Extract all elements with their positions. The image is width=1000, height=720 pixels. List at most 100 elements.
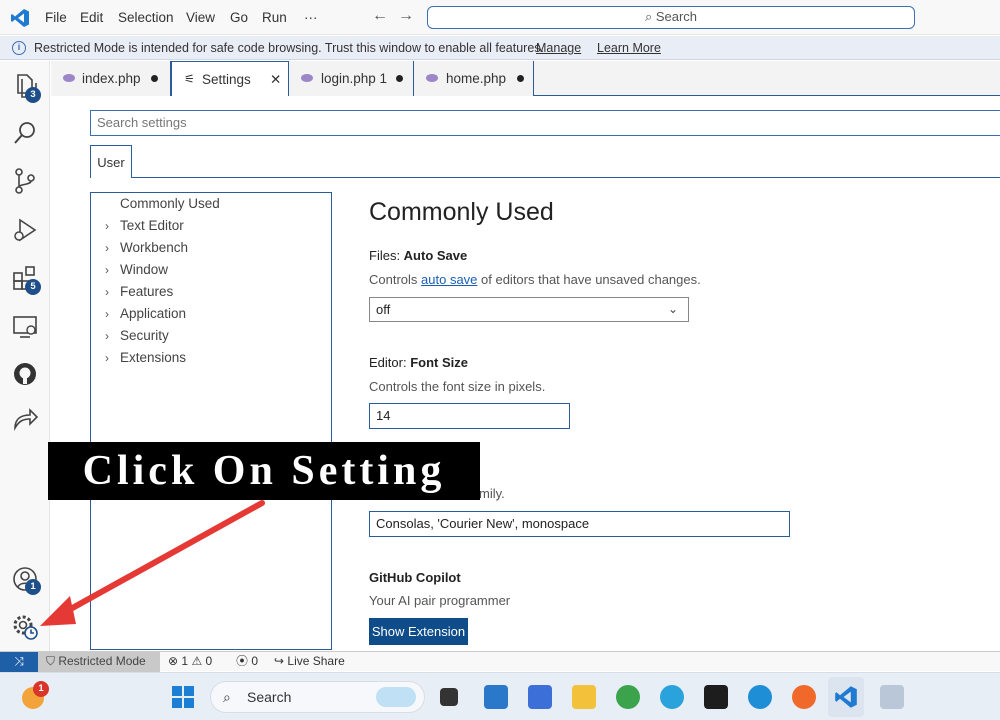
tab-label: Settings <box>202 72 251 87</box>
store-icon[interactable] <box>528 685 552 709</box>
weather-badge: 1 <box>33 681 49 697</box>
file-explorer-icon[interactable] <box>572 685 596 709</box>
font-size-input[interactable]: 14 <box>369 403 570 429</box>
php-file-icon <box>63 74 75 82</box>
taskbar-search[interactable]: ⌕ Search <box>210 681 425 713</box>
chevron-down-icon: ⌄ <box>667 302 678 316</box>
menu-more[interactable]: ··· <box>304 10 318 25</box>
chevron-right-icon: › <box>105 263 109 277</box>
telegram-icon[interactable] <box>660 685 684 709</box>
manage-link[interactable]: Manage <box>536 36 581 60</box>
close-icon[interactable]: ✕ <box>270 62 281 97</box>
setting-title-font-size: Editor: Font Size <box>369 355 468 370</box>
chevron-right-icon: › <box>105 307 109 321</box>
source-control-icon[interactable] <box>10 166 40 196</box>
back-arrow-icon[interactable]: ← <box>372 7 388 25</box>
tab-settings[interactable]: ⚟ Settings ✕ <box>171 61 289 96</box>
auto-save-dropdown[interactable]: off ⌄ <box>369 297 689 322</box>
restricted-mode-status[interactable]: ⛉ Restricted Mode <box>38 652 160 672</box>
explorer-badge: 3 <box>25 87 41 103</box>
scope-tab-divider <box>132 177 1000 178</box>
unsaved-dot-icon <box>396 75 403 82</box>
github-icon[interactable] <box>10 359 40 389</box>
manage-gear-icon[interactable] <box>10 612 40 642</box>
extensions-badge: 5 <box>25 279 41 295</box>
toc-application[interactable]: › Application <box>91 303 331 325</box>
setting-desc-auto-save: Controls auto save of editors that have … <box>369 272 701 287</box>
activity-bar: 3 5 1 <box>0 61 50 651</box>
setting-title-auto-save: Files: Auto Save <box>369 248 468 263</box>
broadcast-icon: ⦿ <box>236 654 249 668</box>
command-center-label: Search <box>655 9 698 24</box>
annotation-text: Click On Setting <box>82 448 446 494</box>
search-icon[interactable] <box>10 118 40 148</box>
menu-view[interactable]: View <box>186 10 215 25</box>
toc-extensions[interactable]: › Extensions <box>91 347 331 369</box>
settings-sliders-icon: ⚟ <box>184 72 195 86</box>
editor-tabs: index.php ⚟ Settings ✕ login.php 1 home.… <box>51 61 1000 96</box>
php-file-icon <box>426 74 438 82</box>
run-debug-icon[interactable] <box>10 215 40 245</box>
settings-search-input[interactable]: Search settings <box>90 110 1000 136</box>
performance-monitor-icon[interactable] <box>880 685 904 709</box>
title-bar: File Edit Selection View Go Run ··· ← → … <box>0 0 1000 35</box>
info-icon: i <box>12 41 26 55</box>
unsaved-dot-icon <box>151 75 158 82</box>
edge-icon[interactable] <box>748 685 772 709</box>
terminal-icon[interactable] <box>704 685 728 709</box>
banner-message: Restricted Mode is intended for safe cod… <box>34 41 544 55</box>
toc-text-editor[interactable]: › Text Editor <box>91 215 331 237</box>
tab-label: login.php 1 <box>321 71 388 86</box>
tab-label: index.php <box>82 71 141 86</box>
settings-content: Commonly Used Files: Auto Save Controls … <box>369 190 999 650</box>
vscode-logo-icon <box>11 9 29 27</box>
chevron-right-icon: › <box>105 329 109 343</box>
ports-status[interactable]: ⦿ 0 <box>236 652 258 671</box>
warning-icon: ⚠ <box>191 654 203 668</box>
menu-file[interactable]: File <box>45 10 67 25</box>
mail-icon[interactable] <box>484 685 508 709</box>
auto-save-link[interactable]: auto save <box>421 272 477 287</box>
remote-explorer-icon[interactable] <box>10 312 40 342</box>
forward-arrow-icon[interactable]: → <box>398 7 414 25</box>
setting-desc-font-family: mily. <box>479 486 505 501</box>
setting-title-copilot: GitHub Copilot <box>369 570 461 585</box>
menu-go[interactable]: Go <box>230 10 248 25</box>
section-heading: Commonly Used <box>369 198 554 226</box>
php-file-icon <box>301 74 313 82</box>
chrome-icon[interactable] <box>616 685 640 709</box>
remote-indicator-icon[interactable]: ⤨ <box>0 652 38 672</box>
show-extension-button[interactable]: Show Extension <box>369 618 468 645</box>
toc-window[interactable]: › Window <box>91 259 331 281</box>
settings-table-of-contents: Commonly Used › Text Editor › Workbench … <box>90 192 332 650</box>
setting-desc-font-size: Controls the font size in pixels. <box>369 379 546 394</box>
windows-start-icon[interactable] <box>171 685 195 709</box>
firefox-icon[interactable] <box>792 685 816 709</box>
task-view-icon[interactable] <box>440 688 458 706</box>
setting-desc-copilot: Your AI pair programmer <box>369 593 511 608</box>
toc-security[interactable]: › Security <box>91 325 331 347</box>
tab-user-scope[interactable]: User <box>90 145 132 178</box>
menu-run[interactable]: Run <box>262 10 287 25</box>
live-share-icon[interactable] <box>10 406 40 436</box>
vscode-taskbar-icon[interactable] <box>834 685 858 709</box>
learn-more-link[interactable]: Learn More <box>597 36 661 60</box>
tab-home-php[interactable]: home.php <box>414 61 534 96</box>
toc-workbench[interactable]: › Workbench <box>91 237 331 259</box>
menu-edit[interactable]: Edit <box>80 10 103 25</box>
toc-commonly-used[interactable]: Commonly Used <box>91 193 331 215</box>
live-share-icon: ↪ <box>274 654 285 668</box>
tab-index-php[interactable]: index.php <box>51 61 171 96</box>
toc-features[interactable]: › Features <box>91 281 331 303</box>
command-center-search[interactable]: ⌕ Search <box>427 6 915 29</box>
problems-status[interactable]: ⊗ 1 ⚠ 0 <box>168 652 212 671</box>
font-family-input[interactable]: Consolas, 'Courier New', monospace <box>369 511 790 537</box>
annotation-label: Click On Setting <box>48 442 480 500</box>
menu-selection[interactable]: Selection <box>118 10 174 25</box>
restricted-mode-banner: i Restricted Mode is intended for safe c… <box>0 36 1000 60</box>
tab-login-php[interactable]: login.php 1 <box>289 61 414 96</box>
status-bar: ⤨ ⛉ Restricted Mode ⊗ 1 ⚠ 0 ⦿ 0 ↪ Live S… <box>0 651 1000 672</box>
search-icon: ⌕ <box>223 689 231 705</box>
error-icon: ⊗ <box>168 654 179 668</box>
live-share-status[interactable]: ↪ Live Share <box>274 652 345 671</box>
